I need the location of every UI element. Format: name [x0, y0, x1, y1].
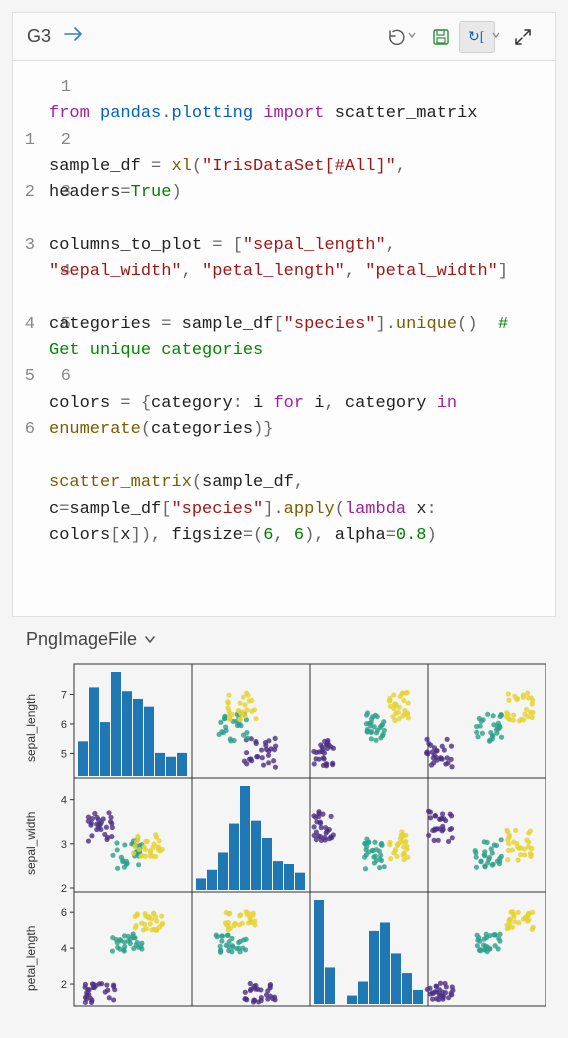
- output-type-label[interactable]: PngImageFile: [26, 629, 554, 650]
- scatter-matrix-chart: sepal_length sepal_width petal_length 5 6…: [26, 658, 546, 1038]
- cell-toolbar: G3 ↻[ ]: [13, 13, 555, 61]
- convert-button[interactable]: ↻[ ]: [459, 21, 495, 53]
- chart-svg: 5 6 7 2 3 4 2 4 6: [26, 658, 546, 1038]
- go-arrow-icon[interactable]: [63, 25, 85, 49]
- cell-reference: G3: [27, 26, 51, 47]
- line-gutter: 1 2 3 4 5 6: [13, 75, 49, 602]
- code-editor[interactable]: 1 2 3 4 5 6 1 2 3 4 5 6 from pandas.plot…: [13, 61, 555, 616]
- python-cell-panel: G3 ↻[ ] 1 2 3: [12, 12, 556, 617]
- svg-text:6: 6: [61, 719, 67, 731]
- undo-chevron-icon[interactable]: [407, 30, 417, 43]
- chevron-down-icon: [143, 632, 157, 646]
- code-content[interactable]: from pandas.plotting import scatter_matr…: [49, 75, 545, 602]
- expand-button[interactable]: [505, 21, 541, 53]
- svg-text:4: 4: [61, 943, 67, 955]
- svg-text:5: 5: [61, 748, 67, 760]
- svg-text:↻[ ]: ↻[ ]: [468, 30, 488, 45]
- svg-text:2: 2: [61, 979, 67, 991]
- svg-text:7: 7: [61, 689, 67, 701]
- convert-chevron-icon[interactable]: [491, 30, 501, 43]
- save-button[interactable]: [423, 21, 459, 53]
- ylabel-sepal-width: sepal_width: [26, 793, 38, 893]
- svg-text:4: 4: [61, 795, 67, 807]
- output-type-text: PngImageFile: [26, 629, 137, 650]
- output-block: PngImageFile sepal_length sepal_width pe…: [14, 629, 554, 1038]
- svg-text:3: 3: [61, 839, 67, 851]
- ylabel-petal-length: petal_length: [26, 908, 38, 1008]
- svg-text:2: 2: [61, 883, 67, 895]
- ylabel-sepal-length: sepal_length: [26, 678, 38, 778]
- svg-text:6: 6: [61, 907, 67, 919]
